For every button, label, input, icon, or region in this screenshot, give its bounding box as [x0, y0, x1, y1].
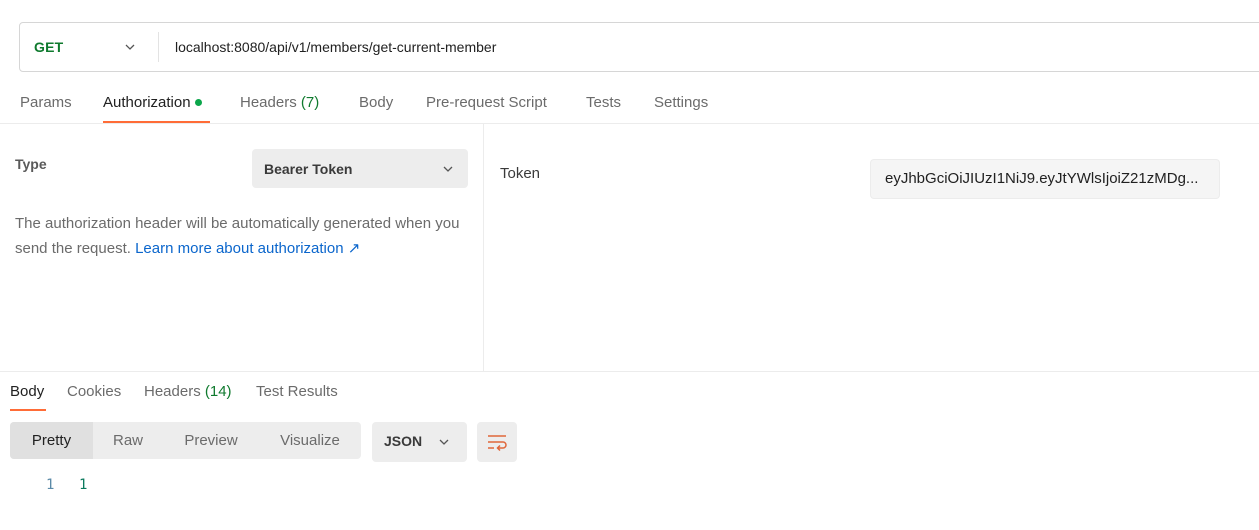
wrap-lines-button[interactable] [477, 422, 517, 462]
tab-body[interactable]: Body [359, 94, 393, 111]
tab-headers[interactable]: Headers (7) [240, 94, 319, 111]
wrap-lines-icon [488, 435, 507, 452]
response-tab-body[interactable]: Body [10, 383, 44, 400]
active-response-tab-indicator [10, 409, 46, 411]
view-mode-control: Pretty Raw Preview Visualize [10, 422, 361, 459]
tab-params[interactable]: Params [20, 94, 72, 111]
tab-authorization[interactable]: Authorization [103, 94, 202, 111]
request-tabs: Params Authorization Headers (7) Body Pr… [0, 84, 1259, 124]
learn-more-link[interactable]: Learn more about authorization ↗ [135, 240, 360, 257]
chevron-down-icon [439, 439, 449, 445]
view-mode-pretty[interactable]: Pretty [10, 422, 93, 459]
method-selector[interactable]: GET [34, 39, 63, 55]
tab-tests[interactable]: Tests [586, 94, 621, 111]
response-tab-headers[interactable]: Headers (14) [144, 383, 232, 400]
response-body-value: 1 [79, 477, 88, 493]
format-value: JSON [384, 433, 423, 449]
view-mode-preview[interactable]: Preview [163, 422, 259, 459]
chevron-down-icon[interactable] [124, 41, 136, 53]
active-dot-icon [194, 98, 202, 106]
response-tab-headers-count: (14) [204, 383, 232, 400]
token-value: eyJhbGciOiJIUzI1NiJ9.eyJtYWlsIjoiZ21zMDg… [885, 170, 1199, 187]
line-number: 1 [46, 477, 55, 493]
response-separator [0, 371, 1259, 372]
url-input[interactable]: localhost:8080/api/v1/members/get-curren… [175, 39, 496, 55]
request-url-bar: GET localhost:8080/api/v1/members/get-cu… [19, 22, 1259, 72]
token-input[interactable]: eyJhbGciOiJIUzI1NiJ9.eyJtYWlsIjoiZ21zMDg… [870, 159, 1220, 199]
tab-pre-request-script[interactable]: Pre-request Script [426, 94, 547, 111]
view-mode-raw[interactable]: Raw [93, 422, 163, 459]
url-divider [158, 32, 159, 62]
auth-type-value: Bearer Token [264, 161, 353, 177]
token-label: Token [500, 165, 541, 182]
auth-type-label: Type [15, 156, 47, 172]
auth-type-select[interactable]: Bearer Token [252, 149, 468, 188]
response-tab-cookies[interactable]: Cookies [67, 383, 121, 400]
format-select[interactable]: JSON [372, 422, 467, 462]
tab-headers-count: (7) [300, 94, 320, 111]
active-tab-indicator [103, 121, 210, 123]
view-mode-visualize[interactable]: Visualize [259, 422, 361, 459]
chevron-down-icon [443, 166, 453, 172]
tab-headers-label: Headers [240, 94, 297, 111]
response-tab-test-results[interactable]: Test Results [256, 383, 338, 400]
tab-settings[interactable]: Settings [654, 94, 708, 111]
panel-divider [483, 124, 484, 372]
response-tab-headers-label: Headers [144, 383, 201, 400]
auth-description: The authorization header will be automat… [15, 211, 475, 261]
tab-authorization-label: Authorization [103, 94, 191, 111]
